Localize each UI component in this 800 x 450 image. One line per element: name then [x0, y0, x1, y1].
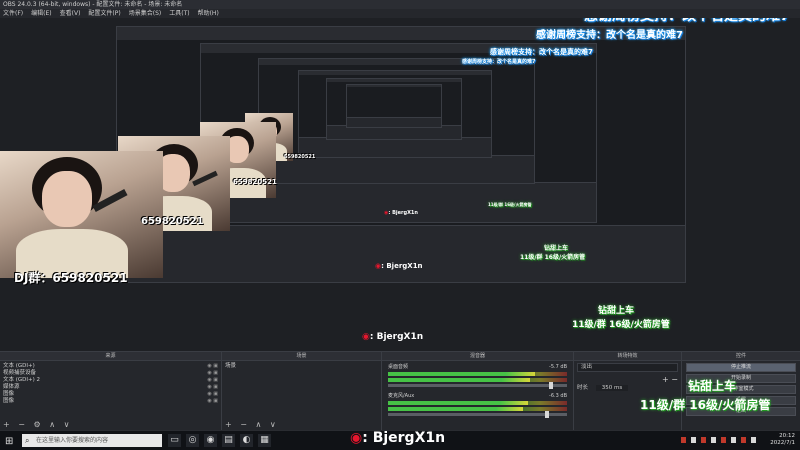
eye-lock-icon[interactable]: ◉ ▣	[207, 370, 218, 377]
sources-title: 来源	[0, 352, 221, 361]
taskbar-search-input[interactable]: ⌕ 在这里输入你要搜索的内容	[22, 434, 162, 447]
weibo-handle-mirror-2: ◉: BjergX1n	[375, 262, 423, 270]
source-item[interactable]: 图像 ◉ ▣	[3, 391, 218, 398]
eye-lock-icon[interactable]: ◉ ▣	[207, 398, 218, 405]
tier-banner-line1-mirror-1: 钻甜上车	[598, 306, 635, 316]
task-view-icon[interactable]: ▭	[168, 434, 181, 447]
steam-icon[interactable]: ◐	[240, 434, 253, 447]
dj-group-number-mirror-2: 659820521	[233, 178, 277, 186]
stop-streaming-button[interactable]: 停止推流	[686, 363, 796, 372]
system-tray-icons[interactable]	[681, 437, 756, 443]
eye-lock-icon[interactable]: ◉ ▣	[207, 391, 218, 398]
transition-select[interactable]: 淡出	[577, 363, 678, 372]
preview-mirror-6	[346, 84, 442, 128]
thanks-banner-mirror-3: 感谢周榜支持：改个名是真的难7	[462, 59, 536, 65]
source-item[interactable]: 图像 ◉ ▣	[3, 398, 218, 405]
menu-profile[interactable]: 配置文件(P)	[88, 9, 120, 18]
duration-field[interactable]: 350 ms	[595, 385, 629, 391]
scenes-toolbar[interactable]: + − ∧ ∨	[225, 420, 279, 429]
duration-label: 时长	[577, 385, 589, 391]
menu-view[interactable]: 查看(V)	[60, 9, 81, 18]
weibo-handle: ◉: BjergX1n	[350, 430, 446, 446]
tier-banner-line2: 11级/群 16级/火箭房管	[640, 398, 771, 412]
scene-item[interactable]: 场景	[225, 363, 378, 370]
controls-title: 控件	[682, 352, 800, 361]
volume-slider[interactable]	[388, 411, 567, 418]
clock-date: 2022/7/1	[770, 440, 795, 446]
dj-group-number-mirror-3: 659820521	[284, 154, 316, 160]
scenes-title: 场景	[222, 352, 381, 361]
weibo-handle-mirror-3: ◉: BjergX1n	[384, 210, 418, 216]
obs-icon[interactable]: ◎	[186, 434, 199, 447]
volume-slider-knob[interactable]	[548, 382, 553, 389]
menu-help[interactable]: 帮助(H)	[198, 9, 219, 18]
weibo-handle-mirror-1: ◉: BjergX1n	[362, 332, 424, 342]
thanks-banner: 感谢周榜支持：改个名是真的难7	[584, 18, 790, 25]
eye-lock-icon[interactable]: ◉ ▣	[207, 363, 218, 370]
weibo-icon: ◉	[362, 332, 370, 342]
scenes-dock: 场景 场景 + − ∧ ∨	[222, 352, 382, 431]
tier-banner-line1-mirror-2: 钻甜上车	[544, 245, 569, 252]
thanks-banner-mirror-1: 感谢周榜支持：改个名是真的难7	[536, 30, 683, 41]
mixer-channel-db: -5.7 dB	[549, 364, 567, 370]
mixer-channel: 麦克风/Aux -6.3 dB	[388, 393, 567, 400]
audio-meter	[388, 378, 567, 382]
dj-group-number-mirror-1: 659820521	[141, 216, 204, 227]
clock[interactable]: 20:12 2022/7/1	[770, 433, 795, 447]
audio-meter	[388, 407, 567, 411]
weibo-icon: ◉	[350, 430, 363, 446]
source-item[interactable]: 媒体源 ◉ ▣	[3, 384, 218, 391]
search-icon: ⌕	[25, 436, 30, 445]
window-title: OBS 24.0.3 (64-bit, windows) - 配置文件: 未命名…	[0, 0, 800, 9]
sources-toolbar[interactable]: + − ⚙ ∧ ∨	[3, 420, 72, 429]
menu-file[interactable]: 文件(F)	[3, 9, 23, 18]
mixer-channel: 桌面音频 -5.7 dB	[388, 364, 567, 371]
menu-bar: 文件(F) 编辑(E) 查看(V) 配置文件(P) 场景集合(S) 工具(T) …	[0, 9, 800, 18]
dj-group-label: DJ群：659820521	[14, 271, 128, 285]
volume-slider[interactable]	[388, 382, 567, 389]
menu-scene-collection[interactable]: 场景集合(S)	[129, 9, 162, 18]
menu-edit[interactable]: 编辑(E)	[31, 9, 51, 18]
dock-panel: 来源 文本 (GDI+) ◉ ▣ 视频捕获设备 ◉ ▣ 文本 (GDI+) 2 ◉ ▣…	[0, 351, 800, 431]
menu-tools[interactable]: 工具(T)	[169, 9, 189, 18]
browser-icon[interactable]: ◉	[204, 434, 217, 447]
tier-banner-line2-mirror-1: 11级/群 16级/火箭房管	[572, 320, 670, 330]
transition-toolbar[interactable]: + −	[577, 376, 678, 384]
tier-banner-line2-mirror-3: 11级/群 16级/火箭房管	[488, 202, 532, 207]
mixer-channel-name: 桌面音频	[388, 364, 409, 370]
mixer-title: 混音器	[382, 352, 573, 361]
mixer-channel-name: 麦克风/Aux	[388, 393, 415, 399]
webcam-feed	[0, 151, 163, 278]
source-item[interactable]: 视频捕获设备 ◉ ▣	[3, 370, 218, 377]
transitions-dock: 转场特效 淡出 + − 时长 350 ms	[574, 352, 682, 431]
app-icon[interactable]: ▦	[258, 434, 271, 447]
mixer-channel-db: -6.3 dB	[549, 393, 567, 399]
thanks-banner-mirror-2: 感谢周榜支持：改个名是真的难7	[490, 48, 593, 56]
sources-dock: 来源 文本 (GDI+) ◉ ▣ 视频捕获设备 ◉ ▣ 文本 (GDI+) 2 ◉ ▣…	[0, 352, 222, 431]
source-item[interactable]: 文本 (GDI+) ◉ ▣	[3, 363, 218, 370]
windows-start-icon[interactable]: ⊞	[5, 436, 13, 447]
preview-canvas[interactable]: 感谢周榜支持：改个名是真的难7 感谢周榜支持：改个名是真的难7 感谢周榜支持：改…	[0, 18, 800, 351]
source-item[interactable]: 文本 (GDI+) 2 ◉ ▣	[3, 377, 218, 384]
transitions-title: 转场特效	[574, 352, 681, 361]
volume-slider-knob[interactable]	[545, 411, 550, 418]
clock-time: 20:12	[779, 433, 795, 439]
eye-lock-icon[interactable]: ◉ ▣	[207, 377, 218, 384]
mixer-dock: 混音器 桌面音频 -5.7 dB 麦克风/Aux -6.3 dB	[382, 352, 574, 431]
audio-meter	[388, 401, 567, 405]
folder-icon[interactable]: ▤	[222, 434, 235, 447]
audio-meter	[388, 372, 567, 376]
eye-lock-icon[interactable]: ◉ ▣	[207, 384, 218, 391]
tier-banner-line2-mirror-2: 11级/群 16级/火箭房管	[520, 254, 586, 261]
tier-banner-line1: 钻甜上车	[688, 379, 737, 393]
